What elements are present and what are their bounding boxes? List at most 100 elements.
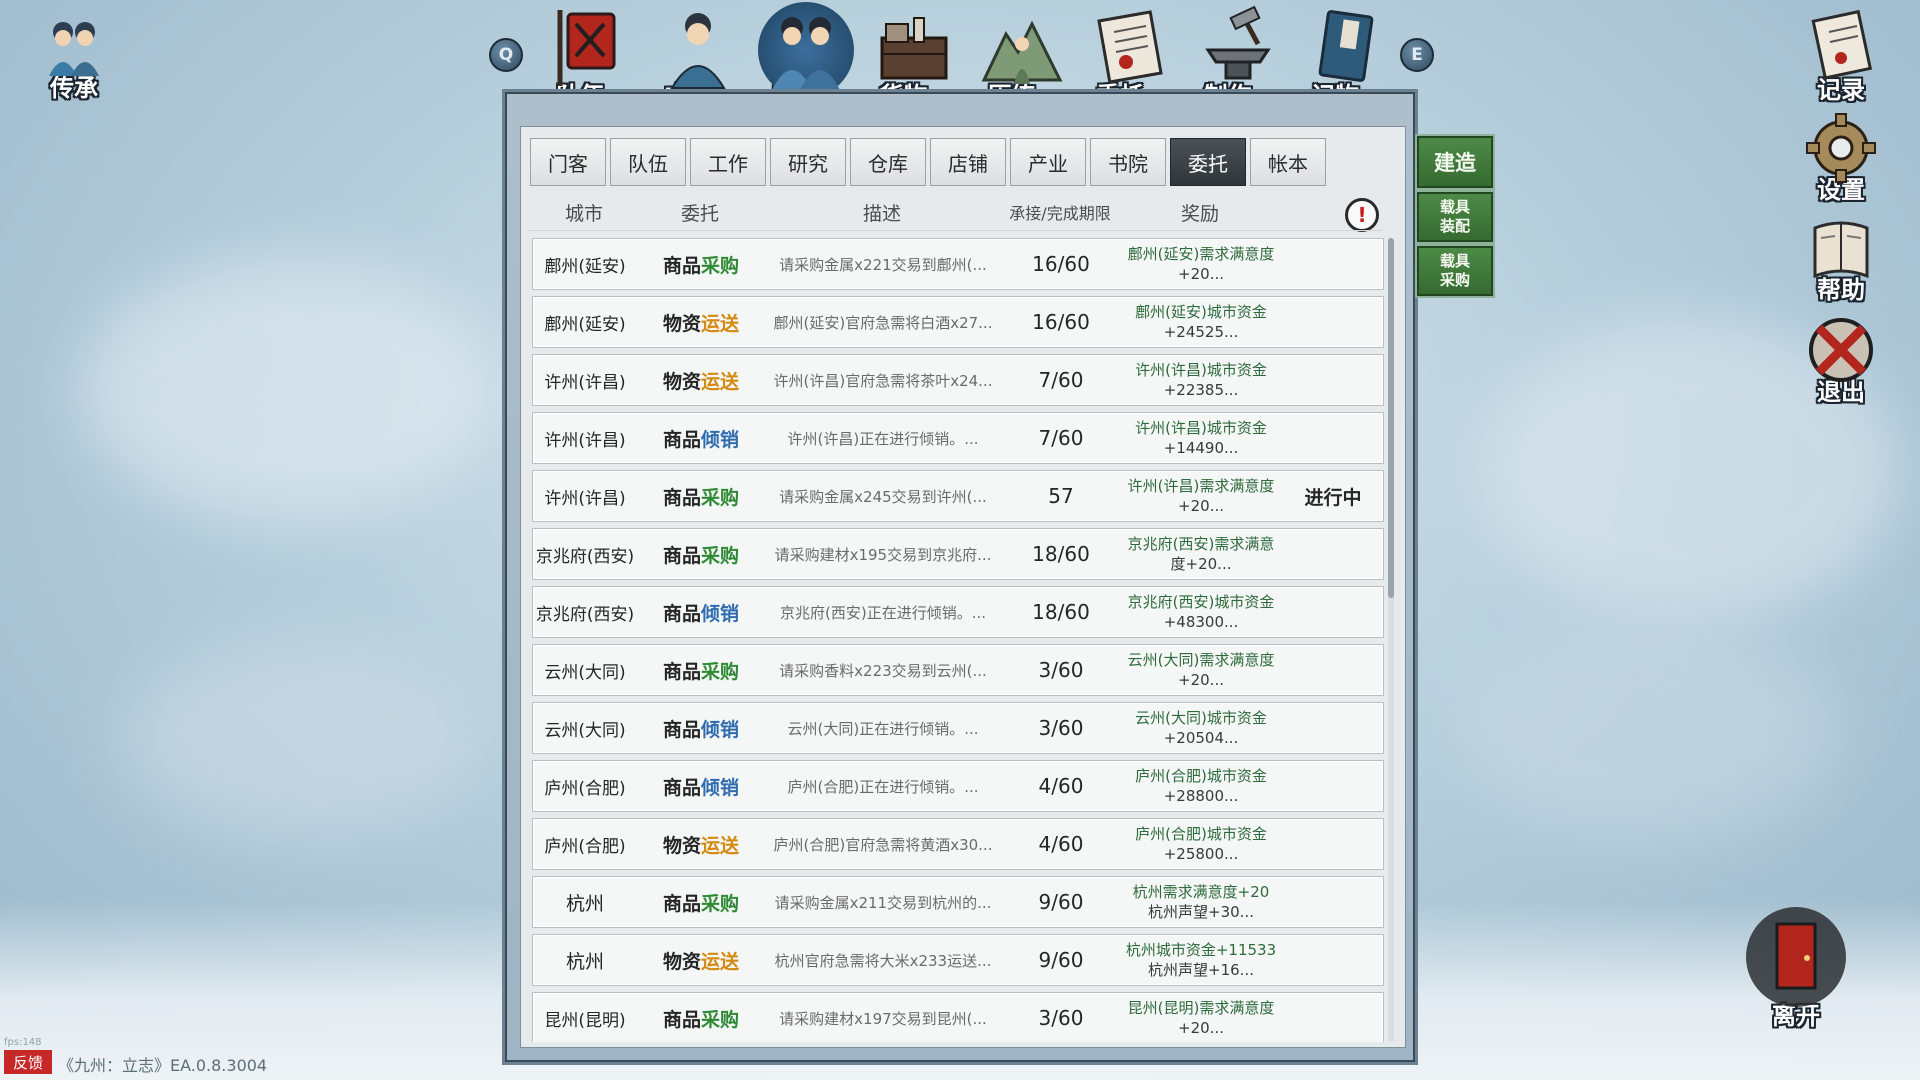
row-type-kind: 运送	[701, 312, 740, 335]
vehicle-equip-button[interactable]: 载具 装配	[1417, 192, 1493, 242]
member-icon	[654, 4, 742, 92]
row-city: 许州(许昌)	[544, 430, 626, 451]
row-type-category: 物资	[662, 950, 701, 973]
row-reward-line1: 杭州需求满意度+20	[1132, 883, 1270, 901]
row-term: 7/60	[1038, 368, 1084, 392]
commission-row[interactable]: 鄜州(延安) 物资 运送 鄜州(延安)官府急需将白酒x27... 16/60 鄜州(延安)…	[532, 296, 1384, 348]
leave-button[interactable]: 离开	[1736, 902, 1856, 1031]
row-reward-line1: 云州(大同)需求满意度	[1127, 651, 1275, 669]
row-type-kind: 采购	[701, 660, 740, 683]
tab-retainers[interactable]: 门客	[530, 138, 606, 186]
column-city[interactable]: 城市	[532, 198, 636, 230]
column-type[interactable]: 委托	[636, 198, 764, 230]
row-type-kind: 采购	[701, 254, 740, 277]
next-e-key-button[interactable]: E	[1400, 38, 1434, 72]
tab-shops[interactable]: 店铺	[930, 138, 1006, 186]
row-reward: 杭州城市资金+11533 杭州声望+16...	[1121, 935, 1281, 985]
column-description[interactable]: 描述	[764, 198, 1000, 230]
row-type: 商品 倾销	[637, 413, 765, 463]
row-type-kind: 倾销	[701, 428, 740, 451]
row-reward: 云州(大同)城市资金 +20504...	[1121, 703, 1281, 753]
row-description: 请采购建材x195交易到京兆府...	[774, 545, 992, 564]
row-status	[1281, 413, 1384, 463]
column-term[interactable]: 承接/完成期限	[1000, 198, 1120, 230]
prev-q-key-button[interactable]: Q	[489, 38, 523, 72]
row-term: 57	[1048, 484, 1074, 508]
commission-row[interactable]: 庐州(合肥) 商品 倾销 庐州(合肥)正在进行倾销。... 4/60 庐州(合肥)城市资金…	[532, 760, 1384, 812]
row-type: 物资 运送	[637, 935, 765, 985]
commission-row[interactable]: 庐州(合肥) 物资 运送 庐州(合肥)官府急需将黄酒x30... 4/60 庐州(合肥)城…	[532, 818, 1384, 870]
row-reward-line2: +20...	[1178, 671, 1224, 689]
row-city: 昆州(昆明)	[544, 1010, 626, 1031]
row-type: 商品 采购	[637, 471, 765, 521]
row-reward: 京兆府(西安)城市资金 +48300...	[1121, 587, 1281, 637]
row-description: 许州(许昌)官府急需将茶叶x24...	[773, 371, 993, 390]
row-city: 庐州(合肥)	[544, 778, 626, 799]
row-reward: 许州(许昌)城市资金 +14490...	[1121, 413, 1281, 463]
commission-row[interactable]: 许州(许昌) 商品 采购 请采购金属x245交易到许州(... 57 许州(许昌)需求满意…	[532, 470, 1384, 522]
row-type-category: 商品	[662, 428, 701, 451]
background-cloud	[80, 260, 500, 520]
commission-row[interactable]: 昆州(昆明) 商品 采购 请采购建材x197交易到昆州(... 3/60 昆州(昆明)需求…	[532, 992, 1384, 1042]
row-reward-line2: +20...	[1178, 1019, 1224, 1037]
row-reward-line1: 京兆府(西安)城市资金	[1127, 593, 1275, 611]
alert-exclamation-icon[interactable]: !	[1345, 198, 1379, 232]
tab-commission[interactable]: 委托	[1170, 138, 1246, 186]
row-type-kind: 倾销	[701, 776, 740, 799]
row-city: 京兆府(西安)	[535, 546, 635, 567]
exit-button[interactable]: 退出	[1796, 312, 1886, 407]
tab-industry[interactable]: 产业	[1010, 138, 1086, 186]
row-description: 请采购金属x211交易到杭州的...	[774, 893, 992, 912]
row-description: 庐州(合肥)正在进行倾销。...	[787, 777, 979, 796]
vehicle-buy-button[interactable]: 载具 采购	[1417, 246, 1493, 296]
row-type-category: 商品	[662, 660, 701, 683]
row-reward-line1: 鄜州(延安)需求满意度	[1127, 245, 1275, 263]
tab-team[interactable]: 队伍	[610, 138, 686, 186]
row-reward-line2: +48300...	[1163, 613, 1239, 631]
row-reward: 庐州(合肥)城市资金 +28800...	[1121, 761, 1281, 811]
tab-academy[interactable]: 书院	[1090, 138, 1166, 186]
commission-row[interactable]: 鄜州(延安) 商品 采购 请采购金属x221交易到鄜州(... 16/60 鄜州(延安)需…	[532, 238, 1384, 290]
row-type-category: 商品	[662, 718, 701, 741]
build-button[interactable]: 建造	[1417, 136, 1493, 188]
commission-row[interactable]: 杭州 物资 运送 杭州官府急需将大米x233运送... 9/60 杭州城市资金+11533…	[532, 934, 1384, 986]
commission-row[interactable]: 京兆府(西安) 商品 倾销 京兆府(西安)正在进行倾销。... 18/60 京兆府(西安)…	[532, 586, 1384, 638]
door-icon	[1741, 902, 1851, 1012]
commission-row[interactable]: 京兆府(西安) 商品 采购 请采购建材x195交易到京兆府... 18/60 京兆府(西安…	[532, 528, 1384, 580]
row-status	[1281, 761, 1384, 811]
team-banner-icon	[546, 4, 634, 92]
tab-ledger[interactable]: 帐本	[1250, 138, 1326, 186]
commission-row[interactable]: 云州(大同) 商品 采购 请采购香料x223交易到云州(... 3/60 云州(大同)需求…	[532, 644, 1384, 696]
row-term: 3/60	[1038, 1006, 1084, 1030]
feedback-button[interactable]: 反馈	[4, 1050, 52, 1074]
row-reward: 鄜州(延安)城市资金 +24525...	[1121, 297, 1281, 347]
commission-row[interactable]: 许州(许昌) 物资 运送 许州(许昌)官府急需将茶叶x24... 7/60 许州(许昌)城…	[532, 354, 1384, 406]
record-button[interactable]: 记录	[1796, 9, 1886, 105]
tab-work[interactable]: 工作	[690, 138, 766, 186]
row-term: 3/60	[1038, 716, 1084, 740]
row-term: 3/60	[1038, 658, 1084, 682]
list-scrollbar[interactable]	[1388, 238, 1394, 1042]
row-status	[1281, 355, 1384, 405]
tab-warehouse[interactable]: 仓库	[850, 138, 926, 186]
scrollbar-thumb[interactable]	[1388, 238, 1394, 598]
row-term: 16/60	[1032, 310, 1090, 334]
tab-research[interactable]: 研究	[770, 138, 846, 186]
row-reward-line2: +20...	[1178, 265, 1224, 283]
commission-row[interactable]: 许州(许昌) 商品 倾销 许州(许昌)正在进行倾销。... 7/60 许州(许昌)城市资金…	[532, 412, 1384, 464]
column-reward[interactable]: 奖励	[1120, 198, 1280, 230]
row-reward-line2: 度+20...	[1170, 555, 1232, 573]
help-button[interactable]: 帮助	[1796, 210, 1886, 305]
row-type: 商品 倾销	[637, 703, 765, 753]
row-reward-line1: 庐州(合肥)城市资金	[1135, 825, 1267, 843]
row-term: 18/60	[1032, 542, 1090, 566]
row-reward: 杭州需求满意度+20 杭州声望+30...	[1121, 877, 1281, 927]
commission-row[interactable]: 杭州 商品 采购 请采购金属x211交易到杭州的... 9/60 杭州需求满意度+20 杭州…	[532, 876, 1384, 928]
settings-button[interactable]: 设置	[1796, 110, 1886, 205]
row-city: 杭州	[565, 892, 604, 915]
row-reward: 许州(许昌)城市资金 +22385...	[1121, 355, 1281, 405]
row-type-category: 商品	[662, 486, 701, 509]
row-city: 鄜州(延安)	[544, 314, 626, 335]
commission-row[interactable]: 云州(大同) 商品 倾销 云州(大同)正在进行倾销。... 3/60 云州(大同)城市资金…	[532, 702, 1384, 754]
row-description: 请采购金属x221交易到鄜州(...	[779, 255, 987, 274]
